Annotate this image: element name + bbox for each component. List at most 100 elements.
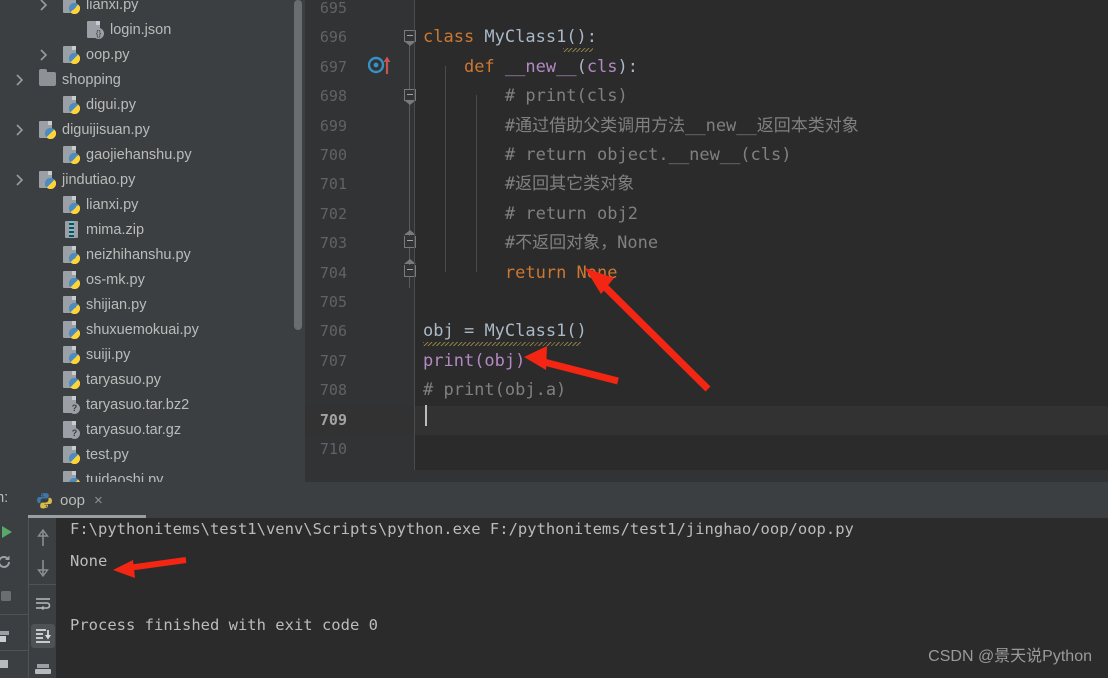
code-token: def bbox=[463, 56, 505, 77]
tree-item-diguijisuan-py[interactable]: diguijisuan.py bbox=[0, 117, 305, 142]
tree-item-label: diguijisuan.py bbox=[62, 121, 150, 138]
code-token: # return obj2 bbox=[423, 203, 638, 224]
tree-item-shopping[interactable]: shopping bbox=[0, 67, 305, 92]
tree-item-lianxi-py[interactable]: lianxi.py bbox=[0, 192, 305, 217]
run-tool-window[interactable]: un: oop × bbox=[0, 482, 1108, 678]
python-file-icon bbox=[63, 245, 80, 264]
code-token: (obj) bbox=[474, 350, 526, 371]
tree-item-os-mk-py[interactable]: os-mk.py bbox=[0, 267, 305, 292]
stop-button[interactable] bbox=[0, 584, 18, 608]
rerun-button[interactable] bbox=[0, 550, 16, 574]
tree-item-login-json[interactable]: {} login.json bbox=[0, 17, 305, 42]
line-number-696: 696 bbox=[319, 28, 347, 47]
tree-item-label: digui.py bbox=[86, 96, 136, 113]
project-tree-panel[interactable]: lianxi.py {} login.json oop.py shopping digui… bbox=[0, 0, 305, 482]
code-token: = bbox=[463, 321, 485, 342]
python-file-icon bbox=[63, 470, 80, 482]
scroll-end-icon[interactable] bbox=[31, 624, 55, 648]
tree-item-label: lianxi.py bbox=[86, 0, 139, 13]
tree-item-taryasuo-tar-gz[interactable]: ? taryasuo.tar.gz bbox=[0, 417, 305, 442]
tree-item-label: os-mk.py bbox=[86, 271, 145, 288]
soft-wrap-icon[interactable] bbox=[31, 592, 55, 616]
console-line: F:\pythonitems\test1\venv\Scripts\python… bbox=[70, 520, 854, 538]
chevron-right-icon[interactable] bbox=[12, 67, 26, 92]
close-icon[interactable]: × bbox=[92, 493, 103, 508]
pin-button[interactable] bbox=[0, 624, 18, 648]
tree-item-label: shuxuemokuai.py bbox=[86, 321, 199, 338]
tree-item-taryasuo-py[interactable]: taryasuo.py bbox=[0, 367, 305, 392]
divider bbox=[0, 650, 28, 651]
code-line-701: #返回其它类对象 bbox=[423, 170, 634, 199]
line-number-702: 702 bbox=[319, 204, 347, 223]
chevron-right-icon[interactable] bbox=[36, 0, 50, 17]
tree-item-label: tuidaoshi.py bbox=[86, 471, 164, 483]
code-line-700: # return object.__new__(cls) bbox=[423, 141, 792, 170]
code-line-707: print(obj) bbox=[423, 347, 525, 376]
line-number-710: 710 bbox=[319, 440, 347, 458]
line-number-695: 695 bbox=[319, 0, 347, 17]
code-token: cls bbox=[586, 56, 618, 77]
run-actions-strip[interactable] bbox=[0, 518, 28, 678]
tree-item-oop-py[interactable]: oop.py bbox=[0, 42, 305, 67]
tree-item-digui-py[interactable]: digui.py bbox=[0, 92, 305, 117]
override-method-icon[interactable] bbox=[367, 54, 394, 76]
more-button[interactable] bbox=[0, 652, 18, 676]
tree-item-label: login.json bbox=[110, 21, 172, 38]
tree-item-neizhihanshu-py[interactable]: neizhihanshu.py bbox=[0, 242, 305, 267]
code-text-area[interactable]: class MyClass1(): def __new__(cls): # pr… bbox=[415, 0, 1108, 482]
tree-item-jindutiao-py[interactable]: jindutiao.py bbox=[0, 167, 305, 192]
project-tree-scrollbar[interactable] bbox=[294, 0, 302, 330]
tree-item-label: shijian.py bbox=[86, 296, 147, 313]
tree-item-tuidaoshi-py[interactable]: tuidaoshi.py bbox=[0, 467, 305, 482]
text-caret bbox=[425, 405, 427, 426]
line-number-697: 697 bbox=[319, 57, 347, 76]
code-token: MyClass1() bbox=[484, 321, 587, 342]
code-token: return bbox=[504, 262, 577, 283]
line-number-701: 701 bbox=[319, 175, 347, 194]
arrow-down-icon[interactable] bbox=[31, 556, 55, 580]
chevron-right-icon[interactable] bbox=[12, 117, 26, 142]
python-file-icon bbox=[63, 445, 80, 464]
line-number-699: 699 bbox=[319, 116, 347, 135]
python-file-icon bbox=[63, 345, 80, 364]
editor-gutter[interactable]: 695 696 697 698 699 700 701 702 703 704 705 706 707 7… bbox=[305, 0, 416, 482]
code-token: # print(cls) bbox=[423, 86, 628, 107]
python-logo-icon bbox=[36, 492, 53, 509]
run-tab-oop[interactable]: oop × bbox=[28, 482, 111, 518]
tree-item-taryasuo-tar-bz2[interactable]: ? taryasuo.tar.bz2 bbox=[0, 392, 305, 417]
chevron-right-icon[interactable] bbox=[36, 42, 50, 67]
pycharm-window: lianxi.py {} login.json oop.py shopping digui… bbox=[0, 0, 1108, 678]
python-file-icon bbox=[63, 145, 80, 164]
arrow-up-icon[interactable] bbox=[31, 526, 55, 550]
code-token: __new__ bbox=[504, 56, 577, 77]
divider bbox=[29, 584, 56, 585]
line-number-708: 708 bbox=[319, 381, 347, 400]
tree-item-label: taryasuo.tar.bz2 bbox=[86, 396, 190, 413]
tree-item-shijian-py[interactable]: shijian.py bbox=[0, 292, 305, 317]
console-toolbar[interactable] bbox=[29, 518, 56, 678]
inspection-squiggle bbox=[563, 48, 593, 52]
tree-item-suiji-py[interactable]: suiji.py bbox=[0, 342, 305, 367]
json-file-icon: {} bbox=[87, 20, 104, 39]
chevron-right-icon[interactable] bbox=[12, 167, 26, 192]
tree-item-label: test.py bbox=[86, 446, 129, 463]
tree-item-gaojiehanshu-py[interactable]: gaojiehanshu.py bbox=[0, 142, 305, 167]
tree-item-shuxuemokuai-py[interactable]: shuxuemokuai.py bbox=[0, 317, 305, 342]
tree-item-lianxi-py[interactable]: lianxi.py bbox=[0, 0, 305, 17]
code-token: MyClass1 bbox=[484, 27, 567, 48]
console-output[interactable]: F:\pythonitems\test1\venv\Scripts\python… bbox=[56, 518, 1108, 678]
code-editor[interactable]: 695 696 697 698 699 700 701 702 703 704 705 706 707 7… bbox=[305, 0, 1108, 482]
tree-item-test-py[interactable]: test.py bbox=[0, 442, 305, 467]
folder-icon bbox=[38, 69, 56, 86]
unknown-file-icon: ? bbox=[63, 420, 80, 439]
editor-bottom-strip bbox=[305, 470, 1108, 482]
tree-item-mima-zip[interactable]: mima.zip bbox=[0, 217, 305, 242]
code-token: None bbox=[576, 262, 618, 283]
python-file-icon bbox=[63, 195, 80, 214]
python-file-icon bbox=[63, 0, 80, 14]
run-button[interactable] bbox=[0, 520, 18, 544]
printer-icon[interactable] bbox=[31, 658, 55, 678]
tree-item-label: taryasuo.py bbox=[86, 371, 161, 388]
